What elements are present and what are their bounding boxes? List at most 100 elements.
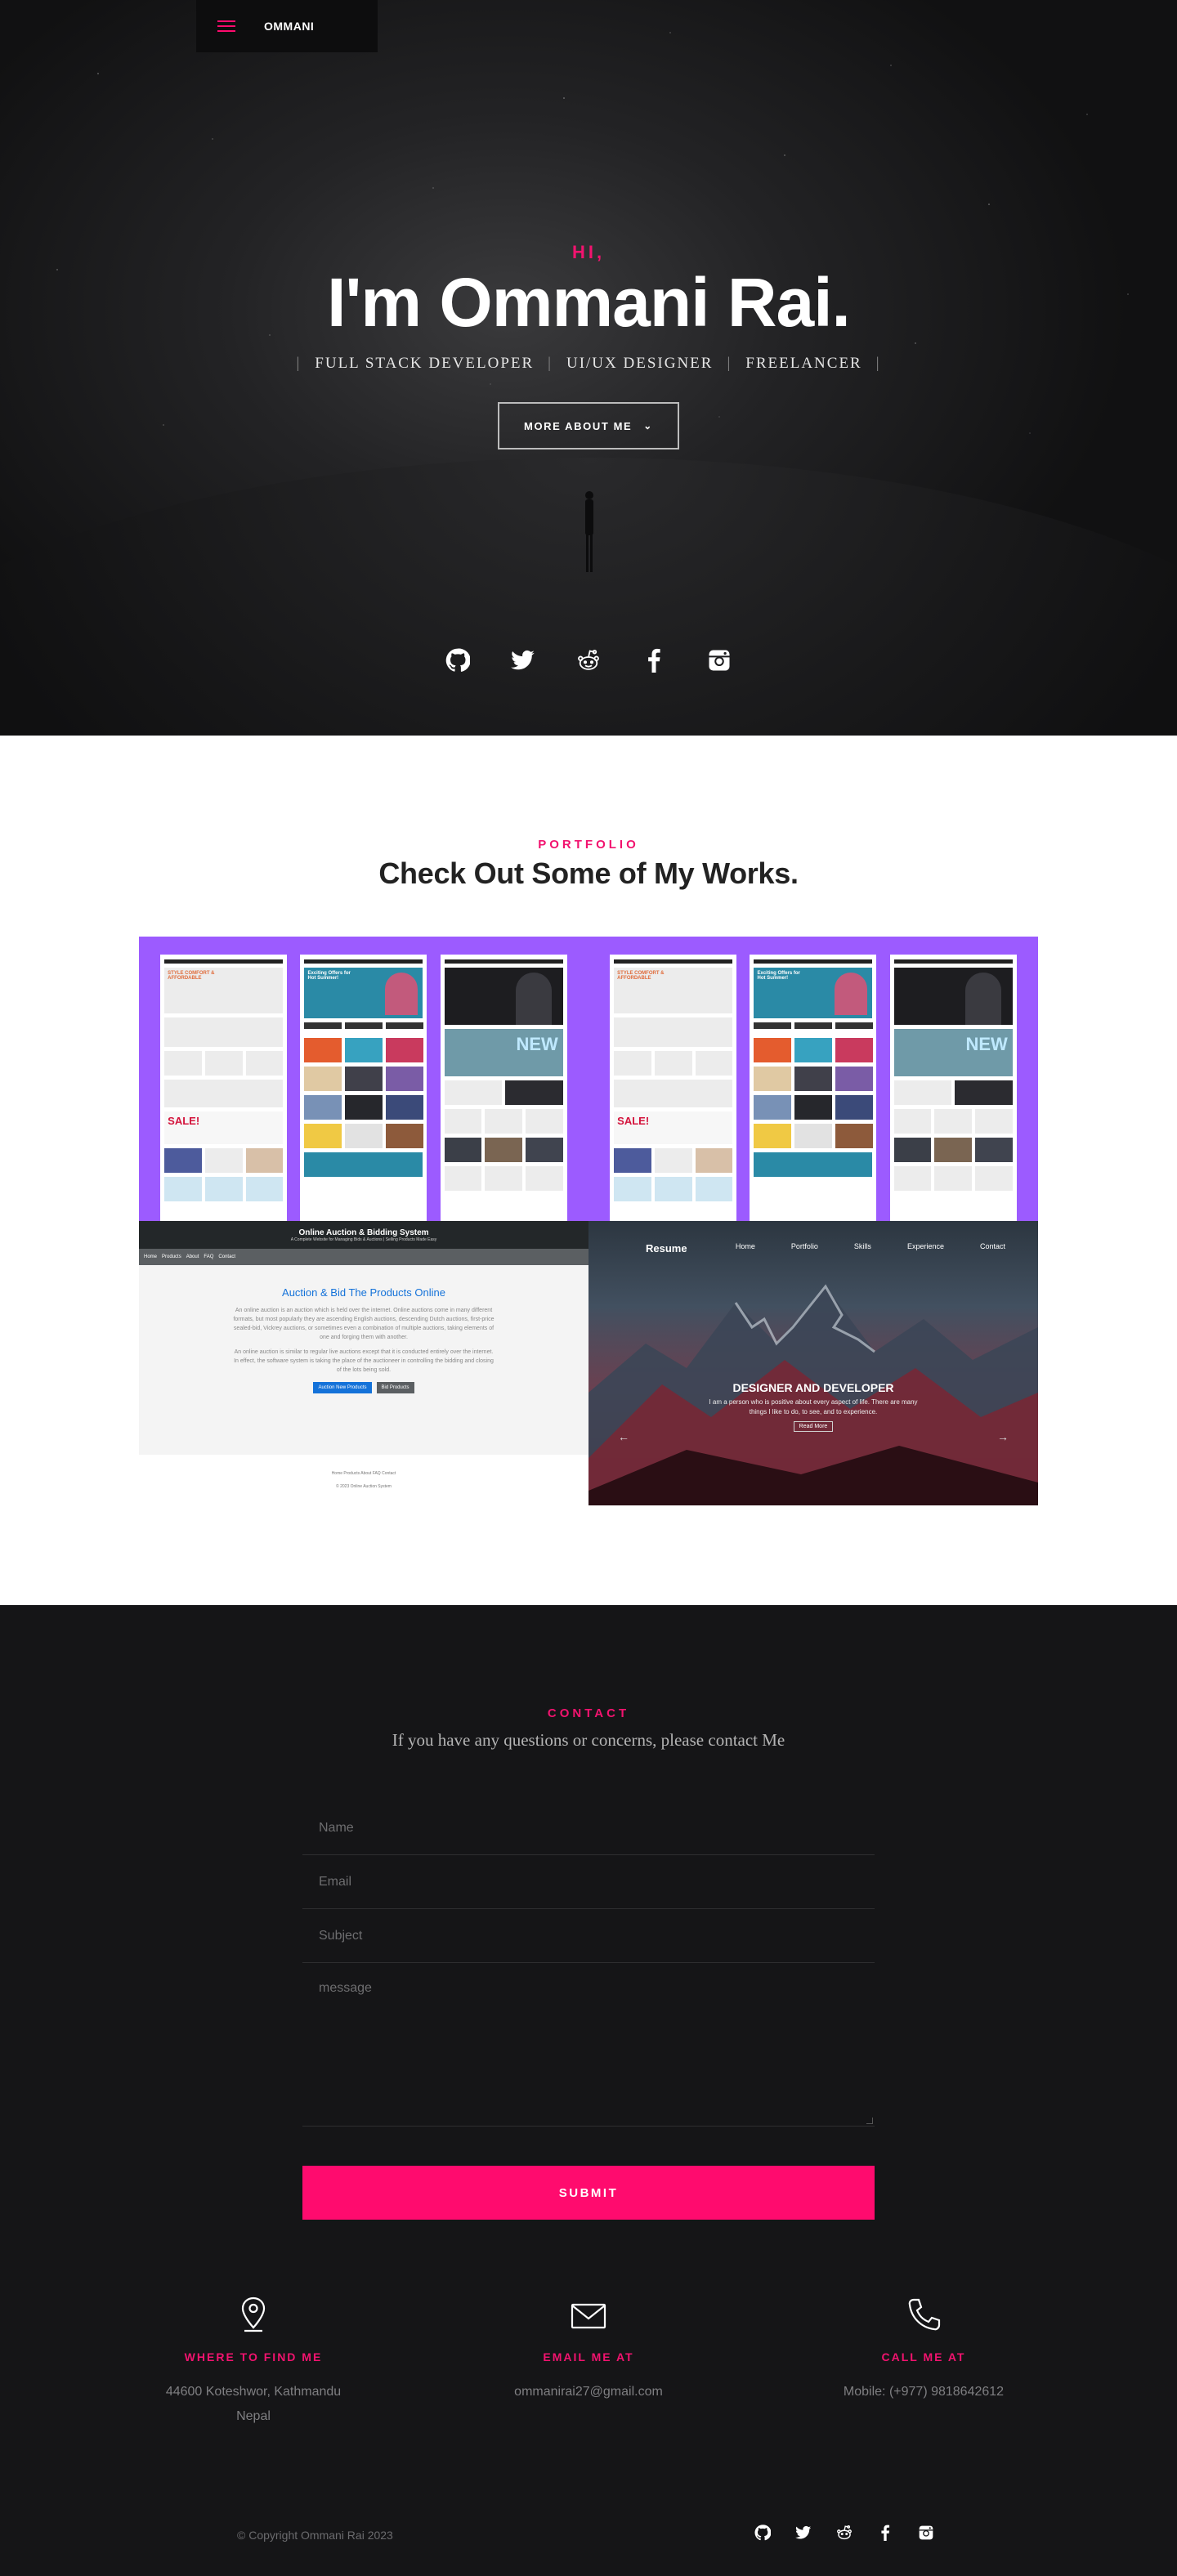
promo-block: [304, 1152, 423, 1177]
promo-block: [164, 1017, 284, 1047]
hero-banner: STYLE COMFORT & AFFORDABLE: [614, 968, 733, 1013]
more-about-me-button[interactable]: MORE ABOUT ME ⌄: [498, 402, 679, 450]
submit-button[interactable]: SUBMIT: [302, 2166, 875, 2220]
new-text: NEW: [965, 1034, 1008, 1054]
carousel-prev-icon: ←: [618, 1430, 629, 1443]
hamburger-menu-icon[interactable]: [217, 20, 235, 32]
facebook-icon[interactable]: [641, 647, 667, 673]
resume-hero-text: DESIGNER AND DEVELOPER I am a person who…: [588, 1381, 1038, 1432]
portfolio-section: PORTFOLIO Check Out Some of My Works. ST…: [0, 736, 1177, 1605]
role-separator: |: [296, 355, 302, 373]
auction-nav: Home Products About FAQ Contact: [139, 1249, 588, 1265]
role-separator: |: [727, 355, 732, 373]
contact-subtitle: If you have any questions or concerns, p…: [392, 1730, 785, 1750]
facebook-icon[interactable]: [876, 2524, 894, 2542]
resume-heading: DESIGNER AND DEVELOPER: [732, 1381, 894, 1394]
info-title: WHERE TO FIND ME: [184, 2350, 323, 2364]
info-title: EMAIL ME AT: [543, 2350, 634, 2364]
phone-number[interactable]: Mobile: (+977) 9818642612: [844, 2385, 1004, 2399]
email-field[interactable]: Email: [302, 1855, 875, 1909]
page-header-bar: [614, 959, 733, 964]
auction-nav-item: Home: [144, 1254, 158, 1259]
resume-nav: Resume Home Portfolio Skills Experience …: [646, 1242, 1005, 1254]
hero-greeting: HI,: [571, 242, 606, 262]
email-address-link[interactable]: ommanirai27@gmail.com: [514, 2385, 663, 2399]
product-row: [754, 1038, 873, 1062]
contact-form: Name Email Subject message SUBMIT: [302, 1801, 875, 2220]
product-row: [893, 1080, 1013, 1105]
product-row: [893, 1109, 1013, 1134]
sale-banner: SALE!: [164, 1111, 284, 1144]
subject-field[interactable]: Subject: [302, 1909, 875, 1963]
site-logo[interactable]: OMMANI: [264, 20, 314, 33]
auction-body: Auction & Bid The Products Online An onl…: [139, 1265, 588, 1393]
copyright-text: © Copyright Ommani Rai 2023: [237, 2529, 393, 2542]
brand-row: [754, 1022, 873, 1034]
more-about-me-label: MORE ABOUT ME: [524, 419, 633, 432]
instagram-icon[interactable]: [917, 2524, 935, 2542]
portfolio-title: Check Out Some of My Works.: [378, 856, 799, 890]
resume-nav-item: Experience: [906, 1242, 944, 1250]
portfolio-item-ecommerce-1[interactable]: STYLE COMFORT & AFFORDABLE SALE! Excitin…: [139, 937, 588, 1221]
reddit-icon[interactable]: [575, 647, 602, 673]
hero-section: OMMANI HI, I'm Ommani Rai. | FULL STACK …: [0, 0, 1177, 736]
auction-nav-item: FAQ: [204, 1254, 214, 1259]
portfolio-item-resume[interactable]: Resume Home Portfolio Skills Experience …: [588, 1221, 1038, 1505]
hero-banner: Exciting Offers for Hot Summer!: [754, 968, 873, 1018]
auction-title: Online Auction & Bidding System: [298, 1228, 429, 1237]
banner-text: Exciting Offers for Hot Summer!: [757, 971, 800, 981]
hero-banner: STYLE COMFORT & AFFORDABLE: [164, 968, 284, 1013]
github-icon[interactable]: [754, 2524, 772, 2542]
info-title: CALL ME AT: [881, 2350, 966, 2364]
product-row: [444, 1138, 563, 1162]
resume-nav-item: Contact: [979, 1242, 1005, 1250]
address-line: 44600 Koteshwor, Kathmandu: [165, 2385, 342, 2399]
portfolio-item-auction[interactable]: Online Auction & Bidding System A Comple…: [139, 1221, 588, 1505]
sale-banner: SALE!: [614, 1111, 733, 1144]
person-silhouette: [585, 491, 593, 572]
new-banner: NEW: [444, 1029, 563, 1076]
instagram-icon[interactable]: [706, 647, 732, 673]
page-header-bar: [164, 959, 284, 964]
brand-row: [304, 1022, 423, 1034]
new-banner: NEW: [893, 1029, 1013, 1076]
shop-page-fashion: Exciting Offers for Hot Summer!: [750, 955, 877, 1221]
auction-nav-item: Products: [162, 1254, 181, 1259]
reddit-icon[interactable]: [835, 2524, 853, 2542]
resume-read-more-button: Read More: [793, 1421, 834, 1432]
info-text: Mobile: (+977) 9818642612: [756, 2380, 1091, 2404]
message-placeholder: message: [319, 1981, 372, 1995]
auction-footer: Home Products About FAQ Contact © 2023 O…: [139, 1455, 588, 1505]
twitter-icon[interactable]: [794, 2524, 812, 2542]
resize-handle-icon[interactable]: [866, 2118, 873, 2124]
promo-block: [614, 1080, 733, 1107]
contact-info: WHERE TO FIND ME 44600 Koteshwor, Kathma…: [0, 2296, 1177, 2428]
product-row: [304, 1124, 423, 1148]
shop-page-furniture: STYLE COMFORT & AFFORDABLE SALE!: [610, 955, 737, 1221]
top-navbar: OMMANI: [196, 0, 378, 52]
name-field[interactable]: Name: [302, 1801, 875, 1855]
product-row: [444, 1166, 563, 1191]
product-row: [444, 1080, 563, 1105]
shop-page-menswear: NEW: [440, 955, 567, 1221]
promo-block: [754, 1152, 873, 1177]
product-row: [444, 1109, 563, 1134]
twitter-icon[interactable]: [510, 647, 536, 673]
address-line: Nepal: [236, 2408, 271, 2423]
github-icon[interactable]: [445, 647, 471, 673]
contact-info-location: WHERE TO FIND ME 44600 Koteshwor, Kathma…: [86, 2296, 421, 2428]
auction-heading: Auction & Bid The Products Online: [282, 1286, 445, 1299]
portfolio-item-ecommerce-2[interactable]: STYLE COMFORT & AFFORDABLE SALE! Excitin…: [588, 937, 1038, 1221]
page-header-bar: [754, 959, 873, 964]
hero-roles: | FULL STACK DEVELOPER | UI/UX DESIGNER …: [0, 355, 1177, 373]
hero-banner: [444, 968, 563, 1025]
footer-social-links: [754, 2524, 935, 2542]
contact-info-phone: CALL ME AT Mobile: (+977) 9818642612: [756, 2296, 1091, 2428]
new-text: NEW: [516, 1034, 558, 1054]
resume-nav-item: Skills: [853, 1242, 871, 1250]
resume-brand: Resume: [646, 1242, 687, 1254]
hero-content: HI, I'm Ommani Rai. | FULL STACK DEVELOP…: [0, 242, 1177, 450]
message-field[interactable]: message: [302, 1963, 875, 2127]
auction-paragraph: An online auction is an auction which is…: [233, 1308, 495, 1340]
contact-label: CONTACT: [547, 1706, 630, 1720]
